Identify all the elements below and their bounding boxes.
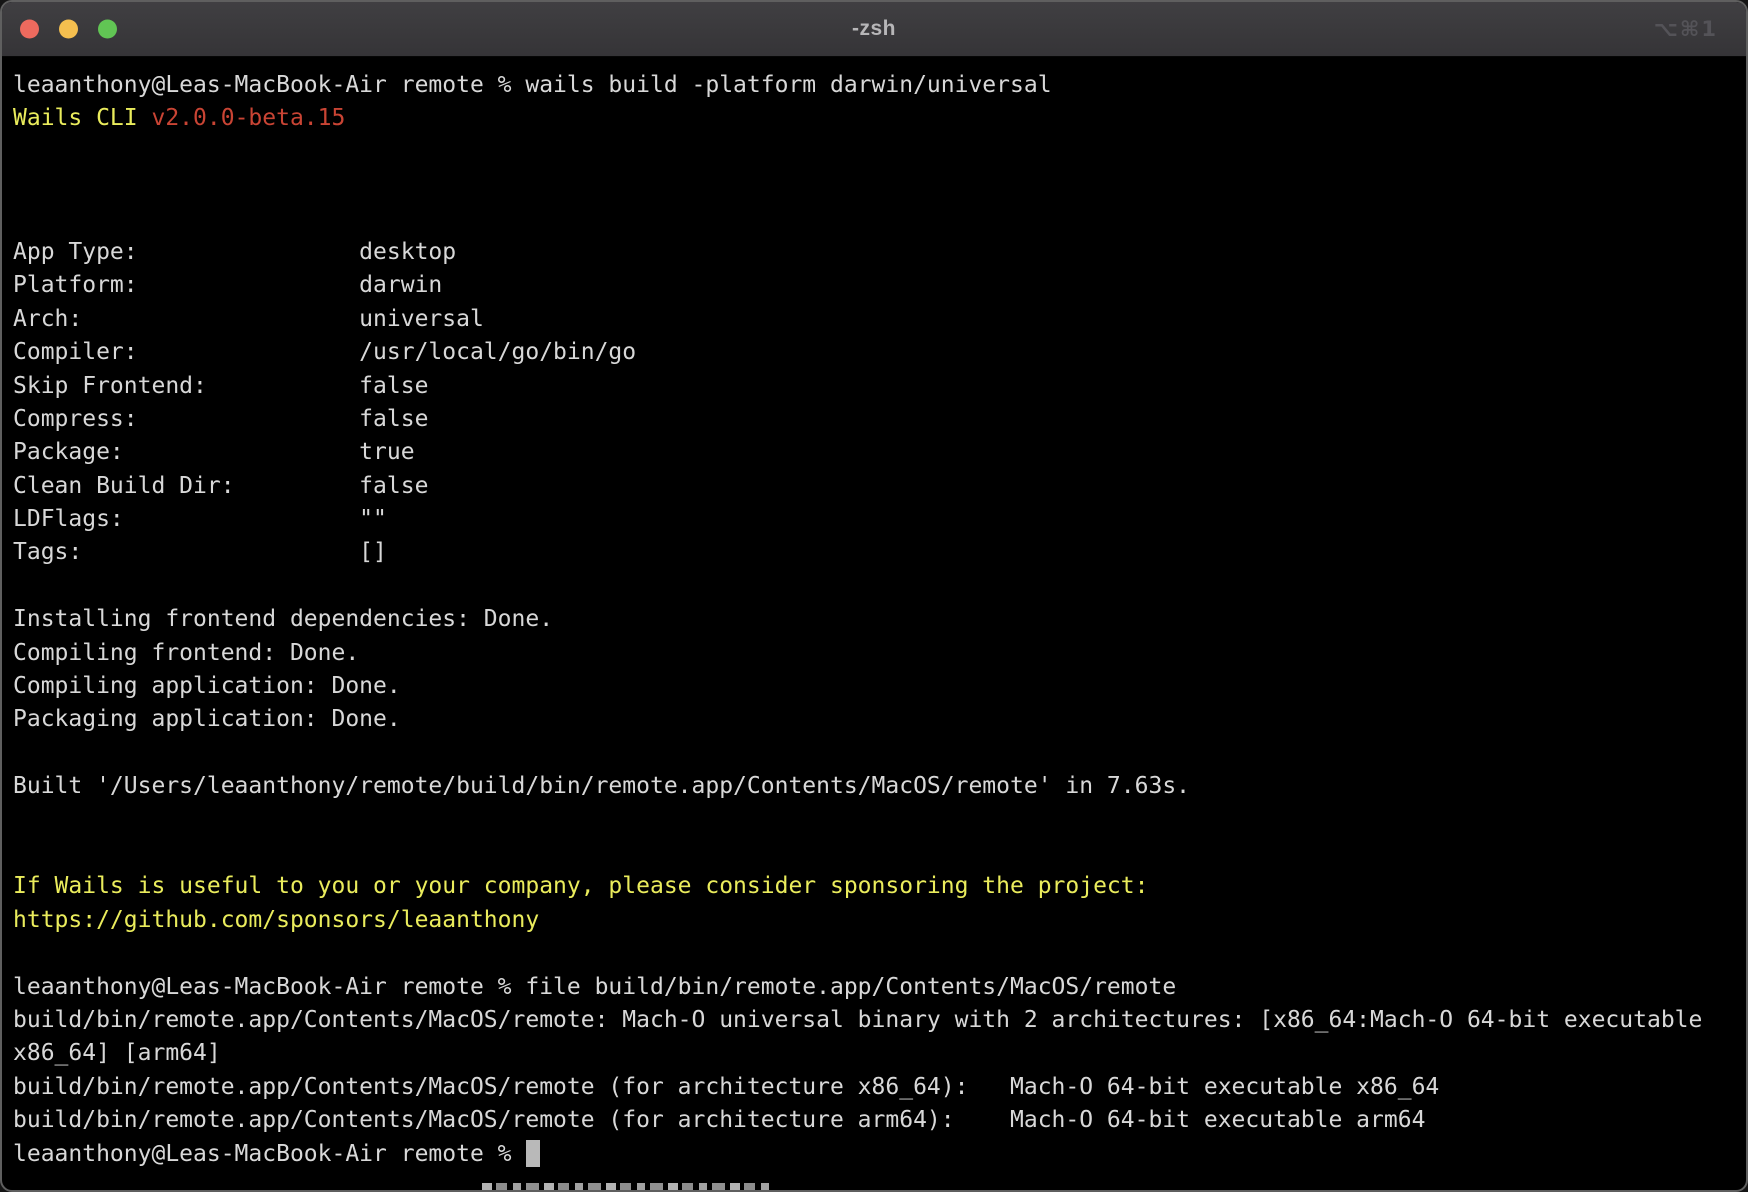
terminal-line [13, 737, 1746, 770]
terminal-line: Wails CLI v2.0.0-beta.15 [13, 102, 1746, 135]
terminal-text-segment: build/bin/remote.app/Contents/MacOS/remo… [13, 1074, 1439, 1100]
terminal-screen[interactable]: leaanthony@Leas-MacBook-Air remote % wai… [2, 57, 1746, 1190]
terminal-line: leaanthony@Leas-MacBook-Air remote % [13, 1138, 1746, 1171]
terminal-line: LDFlags: "" [13, 503, 1746, 536]
terminal-line: If Wails is useful to you or your compan… [13, 870, 1746, 903]
terminal-line: x86_64] [arm64] [13, 1037, 1746, 1070]
terminal-line: build/bin/remote.app/Contents/MacOS/remo… [13, 1004, 1746, 1037]
terminal-line: Tags: [] [13, 536, 1746, 569]
terminal-window: -zsh ⌥⌘1 leaanthony@Leas-MacBook-Air rem… [0, 0, 1748, 1192]
terminal-text-segment: Skip Frontend: false [13, 373, 428, 399]
terminal-cursor [526, 1140, 540, 1167]
terminal-text-segment: Compiling application: Done. [13, 673, 401, 699]
window-title: -zsh [852, 17, 896, 41]
terminal-line: Package: true [13, 436, 1746, 469]
terminal-line [13, 169, 1746, 202]
terminal-text-segment: build/bin/remote.app/Contents/MacOS/remo… [13, 1007, 1702, 1033]
terminal-line: Installing frontend dependencies: Done. [13, 603, 1746, 636]
minimize-button[interactable] [59, 20, 78, 39]
terminal-line: Platform: darwin [13, 269, 1746, 302]
terminal-text-segment: Packaging application: Done. [13, 706, 401, 732]
window-titlebar[interactable]: -zsh ⌥⌘1 [2, 2, 1746, 57]
terminal-line: build/bin/remote.app/Contents/MacOS/remo… [13, 1104, 1746, 1137]
terminal-text-segment: App Type: desktop [13, 239, 456, 265]
terminal-line: Compiling frontend: Done. [13, 637, 1746, 670]
terminal-text-segment: build/bin/remote.app/Contents/MacOS/remo… [13, 1107, 1425, 1133]
terminal-line: build/bin/remote.app/Contents/MacOS/remo… [13, 1071, 1746, 1104]
terminal-line: Built '/Users/leaanthony/remote/build/bi… [13, 770, 1746, 803]
terminal-screen-content: leaanthony@Leas-MacBook-Air remote % wai… [13, 69, 1746, 1190]
terminal-line: Clean Build Dir: false [13, 470, 1746, 503]
terminal-text-segment: LDFlags: "" [13, 506, 387, 532]
zoom-button[interactable] [98, 20, 117, 39]
terminal-text-segment: If Wails is useful to you or your compan… [13, 873, 1148, 899]
terminal-text-segment: Compiler: /usr/local/go/bin/go [13, 339, 636, 365]
terminal-text-segment: Installing frontend dependencies: Done. [13, 606, 553, 632]
terminal-line: leaanthony@Leas-MacBook-Air remote % wai… [13, 69, 1746, 102]
terminal-text-segment: Built '/Users/leaanthony/remote/build/bi… [13, 773, 1190, 799]
terminal-line: Compiler: /usr/local/go/bin/go [13, 336, 1746, 369]
terminal-text-segment: Compiling frontend: Done. [13, 640, 359, 666]
terminal-line: Skip Frontend: false [13, 370, 1746, 403]
terminal-text-segment: leaanthony@Leas-MacBook-Air remote % wai… [13, 72, 1052, 98]
terminal-text-segment: Wails CLI [13, 105, 151, 131]
terminal-line: leaanthony@Leas-MacBook-Air remote % fil… [13, 971, 1746, 1004]
terminal-text-segment: leaanthony@Leas-MacBook-Air remote % [13, 1141, 525, 1167]
terminal-text-segment: Clean Build Dir: false [13, 473, 428, 499]
terminal-line: Packaging application: Done. [13, 703, 1746, 736]
terminal-line [13, 837, 1746, 870]
terminal-line [13, 804, 1746, 837]
terminal-line [13, 203, 1746, 236]
terminal-text-segment: Platform: darwin [13, 272, 442, 298]
close-button[interactable] [20, 20, 39, 39]
terminal-line: https://github.com/sponsors/leaanthony [13, 904, 1746, 937]
terminal-text-segment: Arch: universal [13, 306, 484, 332]
terminal-line: Compress: false [13, 403, 1746, 436]
terminal-text-segment: Package: true [13, 439, 415, 465]
terminal-line [13, 136, 1746, 169]
terminal-text-segment: leaanthony@Leas-MacBook-Air remote % fil… [13, 974, 1176, 1000]
terminal-line [13, 1171, 1746, 1190]
terminal-line: App Type: desktop [13, 236, 1746, 269]
terminal-text-segment: v2.0.0-beta.15 [151, 105, 345, 131]
terminal-line: Compiling application: Done. [13, 670, 1746, 703]
window-shortcut-badge: ⌥⌘1 [1654, 17, 1718, 41]
terminal-text-segment: Compress: false [13, 406, 428, 432]
terminal-line [13, 937, 1746, 970]
terminal-line: Arch: universal [13, 303, 1746, 336]
terminal-text-segment: Tags: [] [13, 539, 387, 565]
traffic-light-buttons [20, 20, 117, 39]
terminal-text-segment: https://github.com/sponsors/leaanthony [13, 907, 539, 933]
terminal-text-segment: x86_64] [arm64] [13, 1040, 221, 1066]
terminal-line [13, 570, 1746, 603]
